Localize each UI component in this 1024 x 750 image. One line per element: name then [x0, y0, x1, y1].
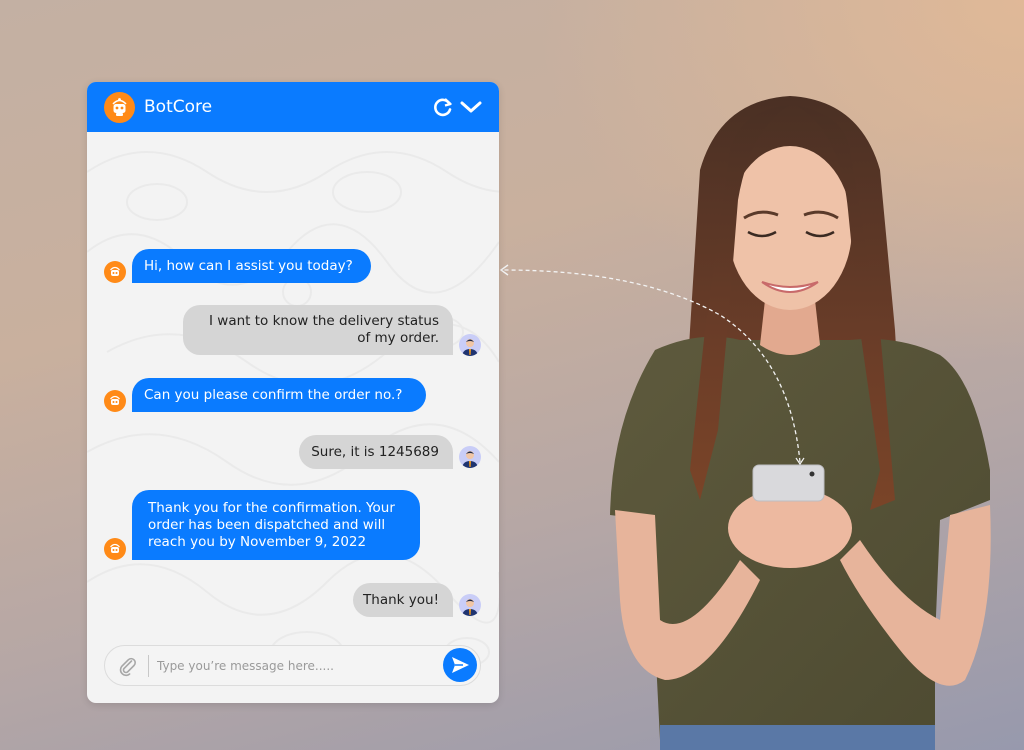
refresh-button[interactable]	[431, 95, 455, 119]
phone-camera	[809, 471, 815, 477]
refresh-icon	[434, 98, 452, 117]
phone	[752, 464, 825, 502]
face	[728, 146, 852, 310]
message-line: I want to know the delivery status	[209, 313, 439, 329]
attach-button[interactable]	[117, 655, 139, 677]
message-bubble-bot: Hi, how can I assist you today?	[132, 249, 371, 283]
composer-divider	[148, 655, 149, 677]
message-bubble-bot: Can you please confirm the order no.?	[132, 378, 426, 412]
message-line: reach you by November 9, 2022	[148, 533, 367, 550]
message-text: Thank you for the confirmation. Your ord…	[148, 500, 395, 551]
user-avatar-icon	[459, 334, 481, 356]
robot-logo-icon	[104, 92, 135, 123]
message-text: Sure, it is 1245689	[311, 443, 439, 460]
message-input[interactable]	[157, 652, 432, 679]
message-line: of my order.	[357, 330, 439, 346]
message-text: Thank you!	[363, 591, 439, 608]
message-text: I want to know the delivery status of my…	[209, 313, 439, 347]
chevron-down-icon	[460, 101, 482, 113]
message-bubble-user: Thank you!	[353, 583, 453, 617]
send-icon	[452, 657, 469, 673]
message-text: Hi, how can I assist you today?	[144, 257, 353, 274]
bot-avatar-icon	[104, 261, 126, 283]
paperclip-icon	[119, 657, 136, 677]
bot-avatar-icon	[104, 538, 126, 560]
minimize-button[interactable]	[459, 95, 483, 119]
chat-header: BotCore	[87, 82, 499, 132]
jeans	[660, 725, 935, 750]
message-bubble-user: Sure, it is 1245689	[299, 435, 453, 469]
user-avatar-icon	[459, 446, 481, 468]
message-bubble-user: I want to know the delivery status of my…	[183, 305, 453, 355]
background-pattern	[87, 151, 499, 683]
user-avatar-icon	[459, 594, 481, 616]
message-line: order has been dispatched and will	[148, 516, 386, 533]
send-button[interactable]	[443, 648, 477, 682]
message-composer	[104, 645, 481, 686]
message-bubble-bot: Thank you for the confirmation. Your ord…	[132, 490, 420, 560]
message-line: Thank you for the confirmation. Your	[148, 499, 395, 516]
message-text: Can you please confirm the order no.?	[144, 386, 403, 403]
chat-widget: BotCore Hi, how can I assist you today? …	[87, 82, 499, 703]
chat-title: BotCore	[144, 97, 213, 117]
bot-avatar-icon	[104, 390, 126, 412]
